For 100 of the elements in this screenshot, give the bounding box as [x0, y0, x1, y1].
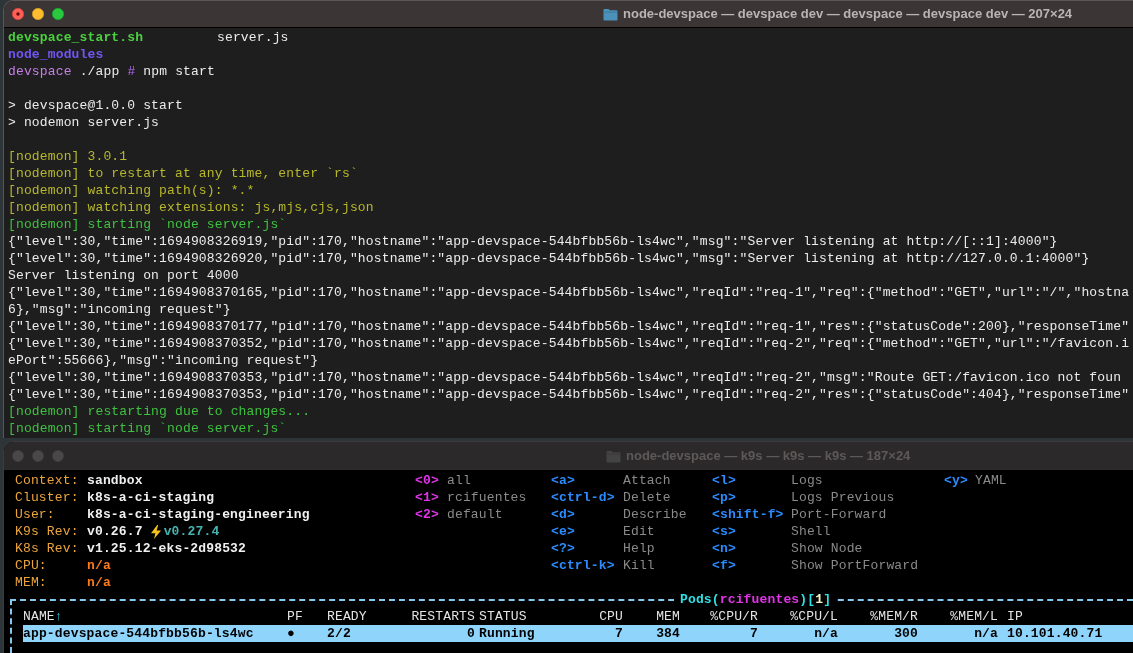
column-header: %MEM/R [870, 609, 918, 624]
terminal-line: {"level":30,"time":1694908370353,"pid":170,"hostname":"app-devspace-544bfbb56b-ls4wc","reqId":"req-2","res":{"statusCode":404},"responseTime" [8, 386, 1130, 403]
sort-indicator: ↑ [54, 609, 63, 624]
table-cell: 7 [750, 626, 758, 641]
shortcut-key: <f> [712, 558, 736, 573]
column-header: NAME [23, 609, 55, 624]
shortcut-key: <?> [551, 541, 575, 556]
terminal-line: [nodemon] starting `node server.js` [8, 420, 287, 437]
table-row[interactable]: app-devspace-544bfbb56b-ls4wc ● 2/2 0 Running 7 384 7 n/a 300 n/a 10.101.40.71 [23, 625, 1133, 642]
file-name: node_modules [8, 47, 104, 62]
info-label: Cluster: [15, 490, 79, 505]
table-cell: n/a [974, 626, 998, 641]
table-title: Pods(rcifuentes)[1] [679, 591, 833, 608]
shortcut-label: Kill [623, 557, 655, 574]
shortcut-key: <p> [712, 490, 736, 505]
shortcut-label: Shell [791, 523, 831, 540]
file-name: server.js [217, 30, 289, 45]
namespace-name: default [447, 506, 503, 523]
info-value: n/a [87, 557, 111, 574]
terminal-line: [nodemon] restarting due to changes... [8, 403, 311, 420]
table-cell: ● [287, 626, 295, 641]
shortcut-label: Port-Forward [791, 506, 887, 523]
shortcut-key: <shift-f> [712, 507, 784, 522]
namespace-name: rcifuentes [447, 489, 527, 506]
terminal-line: ePort":55666},"msg":"incoming request"} [8, 352, 319, 369]
shortcut-key: <s> [712, 524, 736, 539]
window-title: node-devspace — devspace dev — devspace — devspace dev — 207×24 [623, 5, 1073, 24]
terminal-line: {"level":30,"time":1694908370177,"pid":170,"hostname":"app-devspace-544bfbb56b-ls4wc","reqId":"req-1","res":{"statusCode":200},"responseTime" [8, 318, 1130, 335]
shortcut-label: Describe [623, 506, 687, 523]
table-cell: Running [479, 626, 535, 641]
info-label: User: [15, 507, 55, 522]
shortcut-label: Show PortForward [791, 557, 919, 574]
table-cell: 2/2 [327, 626, 351, 641]
terminal-line: [nodemon] watching path(s): *.* [8, 182, 255, 199]
terminal-line: {"level":30,"time":1694908370165,"pid":170,"hostname":"app-devspace-544bfbb56b-ls4wc","reqId":"req-1","req":{"method":"GET","url":"/","hostna [8, 284, 1130, 301]
table-cell: 0 [467, 626, 475, 641]
column-header: %MEM/L [950, 609, 998, 624]
shortcut-key: <l> [712, 473, 736, 488]
zoom-icon[interactable] [52, 8, 64, 20]
column-header: %CPU/L [790, 609, 838, 624]
column-header: RESTARTS [411, 609, 475, 624]
shortcut-key: <ctrl-d> [551, 490, 615, 505]
info-label: MEM: [15, 575, 47, 590]
shortcut-key: <y> [944, 473, 968, 488]
minimize-icon[interactable] [32, 8, 44, 20]
prompt-symbol: # [127, 63, 136, 80]
terminal-line: > devspace@1.0.0 start [8, 97, 183, 114]
column-header: PF [287, 609, 303, 624]
terminal-line: > nodemon server.js [8, 114, 160, 131]
terminal-line: {"level":30,"time":1694908370352,"pid":170,"hostname":"app-devspace-544bfbb56b-ls4wc","reqId":"req-2","req":{"method":"GET","url":"/favicon.i [8, 335, 1130, 352]
column-header: IP [1007, 609, 1023, 624]
terminal-line: [nodemon] watching extensions: js,mjs,cjs,json [8, 199, 374, 216]
info-value: v0.26.7 [87, 523, 143, 540]
terminal-line: {"level":30,"time":1694908370353,"pid":170,"hostname":"app-devspace-544bfbb56b-ls4wc","reqId":"req-2","msg":"Route GET:/favicon.ico not foun [8, 369, 1122, 386]
shortcut-key: <e> [551, 524, 575, 539]
table-cell: 7 [615, 626, 623, 641]
close-icon[interactable] [12, 8, 24, 20]
file-name: devspace_start.sh [8, 30, 144, 45]
namespace-key: <1> [415, 490, 439, 505]
lightning-bolt-icon [150, 524, 161, 539]
info-label: K9s Rev: [15, 524, 79, 539]
shortcut-key: <n> [712, 541, 736, 556]
command-text: npm start [143, 63, 215, 80]
shortcut-key: <ctrl-k> [551, 558, 615, 573]
column-header: STATUS [479, 609, 527, 624]
table-cell: 10.101.40.71 [1007, 626, 1103, 641]
terminal-line: Server listening on port 4000 [8, 267, 239, 284]
shortcut-label: YAML [975, 472, 1007, 489]
info-value: n/a [87, 574, 111, 591]
namespace-name: all [447, 472, 471, 489]
terminal-line: {"level":30,"time":1694908326920,"pid":170,"hostname":"app-devspace-544bfbb56b-ls4wc","msg":"Server listening at http://127.0.0.1:4000"} [8, 250, 1090, 267]
prompt-host: devspace [8, 63, 72, 80]
column-header: %CPU/R [710, 609, 758, 624]
shortcut-label: Edit [623, 523, 655, 540]
info-label: K8s Rev: [15, 541, 79, 556]
shortcut-key: <a> [551, 473, 575, 488]
folder-icon [603, 7, 618, 21]
terminal-line: 6},"msg":"incoming request"} [8, 301, 231, 318]
info-label: CPU: [15, 558, 47, 573]
table-cell: 300 [894, 626, 918, 641]
shortcut-label: Attach [623, 472, 671, 489]
info-value: k8s-a-ci-staging-engineering [87, 506, 310, 523]
working-directory: ./app [79, 63, 120, 80]
info-value: sandbox [87, 472, 143, 489]
shortcut-label: Help [623, 540, 655, 557]
upgrade-version: v0.27.4 [163, 523, 220, 540]
terminal-line: [nodemon] 3.0.1 [8, 148, 128, 165]
column-header: CPU [599, 609, 623, 624]
table-cell: app-devspace-544bfbb56b-ls4wc [23, 626, 254, 641]
namespace-key: <0> [415, 473, 439, 488]
info-label: Context: [15, 473, 79, 488]
namespace-key: <2> [415, 507, 439, 522]
info-value: k8s-a-ci-staging [87, 489, 215, 506]
terminal-line: [nodemon] to restart at any time, enter `rs` [8, 165, 358, 182]
info-value: v1.25.12-eks-2d98532 [87, 540, 247, 557]
table-cell: n/a [814, 626, 838, 641]
terminal-line: [nodemon] starting `node server.js` [8, 216, 287, 233]
table-cell: 384 [656, 626, 680, 641]
column-header: MEM [656, 609, 680, 624]
shortcut-label: Show Node [791, 540, 863, 557]
